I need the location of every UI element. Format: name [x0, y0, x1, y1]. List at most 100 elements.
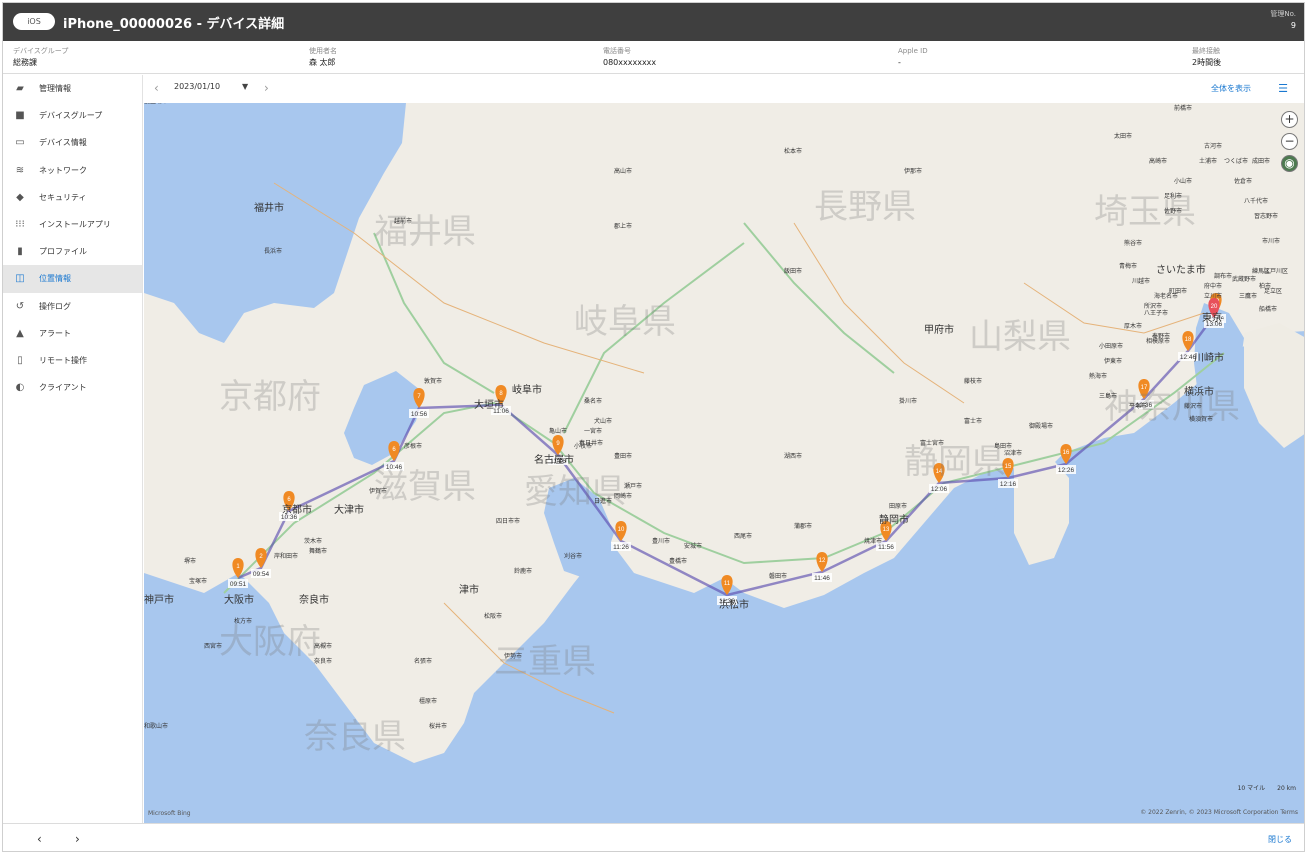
city-label: 静岡市 — [879, 513, 909, 526]
date-selector[interactable]: 2023/01/10 — [174, 82, 220, 91]
folder-icon: ■ — [15, 110, 25, 122]
city-label: 沼田市 — [144, 103, 162, 105]
prev-page-button[interactable]: ‹ — [37, 832, 42, 846]
alert-icon: ▲ — [16, 327, 24, 339]
city-label: 成田市 — [1252, 157, 1270, 165]
sidebar-item-security[interactable]: ◆ セキュリティ — [3, 184, 142, 211]
info-last-contact: 最終接触 2時間後 — [1192, 46, 1221, 68]
chevron-down-icon[interactable]: ▼ — [242, 82, 248, 91]
city-label: 四日市市 — [496, 517, 520, 525]
sidebar-item-device-info[interactable]: ▭ デバイス情報 — [3, 129, 142, 156]
city-label: 伊勢市 — [504, 652, 522, 660]
list-view-icon[interactable]: ☰ — [1278, 82, 1288, 95]
city-label: 西宮市 — [204, 642, 222, 650]
map-icon: ◫ — [15, 273, 25, 285]
zoom-in-button[interactable]: + — [1281, 111, 1298, 128]
city-label: 町田市 — [1169, 287, 1187, 295]
zoom-out-button[interactable]: − — [1281, 133, 1298, 150]
next-date-button[interactable]: › — [264, 81, 269, 95]
pin-time: 11:26 — [613, 544, 629, 551]
sidebar-item-label: 操作ログ — [39, 301, 71, 311]
prefecture-label: 静岡県 — [904, 442, 1006, 482]
prefecture-label: 三重県 — [494, 642, 596, 682]
city-label: 浜松市 — [719, 598, 749, 611]
sidebar-item-client[interactable]: ◐ クライアント — [3, 374, 142, 401]
pin-number: 12 — [819, 558, 826, 564]
sidebar-item-label: 位置情報 — [39, 274, 71, 284]
pin-number: 10 — [618, 527, 625, 533]
sidebar-item-installed-apps[interactable]: ⁝⁝⁝ インストールアプリ — [3, 211, 142, 238]
city-label: 高山市 — [614, 167, 632, 175]
bing-logo: Microsoft Bing — [148, 810, 191, 817]
location-pin[interactable]: 10 11:26 — [611, 521, 631, 551]
sidebar-item-label: デバイス情報 — [39, 138, 87, 148]
info-label: 電話番号 — [603, 47, 631, 55]
city-label: 豊田市 — [614, 452, 632, 460]
sidebar-item-label: デバイスグループ — [39, 111, 103, 121]
wifi-icon: ≋ — [15, 164, 25, 176]
map-scale: 10 マイル 20 km — [1237, 785, 1296, 792]
shield-icon: ◆ — [16, 191, 24, 203]
info-label: デバイスグループ — [13, 47, 69, 55]
info-value: 総務課 — [13, 58, 37, 67]
pin-number: 13 — [883, 527, 890, 533]
sidebar-item-alerts[interactable]: ▲ アラート — [3, 320, 142, 347]
sidebar-item-profile[interactable]: ▮ プロファイル — [3, 238, 142, 265]
city-label: 伊東市 — [1104, 357, 1122, 365]
sidebar-item-device-group[interactable]: ■ デバイスグループ — [3, 102, 142, 129]
show-all-button[interactable]: 全体を表示 — [1211, 83, 1251, 94]
info-value: 2時間後 — [1192, 58, 1222, 67]
sidebar-item-label: インストールアプリ — [39, 220, 111, 230]
sidebar-item-operation-log[interactable]: ↺ 操作ログ — [3, 293, 142, 320]
sidebar-item-label: リモート操作 — [39, 355, 87, 365]
sidebar-item-management-info[interactable]: ▰ 管理情報 — [3, 75, 142, 102]
pin-time: 10:56 — [411, 411, 428, 418]
pin-time: 11:56 — [878, 544, 894, 551]
prefecture-label: 京都府 — [219, 377, 321, 417]
location-map[interactable]: 1 09:51 2 09:54 6 10:36 6 10:46 7 10:56 8 11:06 9 11:… — [144, 103, 1305, 823]
book-icon: ▰ — [16, 83, 24, 95]
city-label: 佐野市 — [1164, 207, 1182, 215]
city-label: 秦野市 — [1152, 332, 1170, 340]
city-label: 豊川市 — [652, 537, 670, 545]
city-label: 瀬戸市 — [624, 482, 642, 490]
city-label: 高崎市 — [1149, 157, 1167, 165]
prefecture-label: 長野県 — [814, 187, 916, 227]
city-label: 伊賀市 — [369, 487, 387, 495]
device-summary-bar: デバイスグループ 総務課 使用者名 森 太郎 電話番号 080xxxxxxxx … — [3, 41, 1304, 74]
city-label: 調布市 — [1214, 272, 1232, 280]
city-label: 桑名市 — [584, 397, 602, 405]
next-page-button[interactable]: › — [75, 832, 80, 846]
sidebar-item-label: クライアント — [39, 383, 87, 393]
sea-japan — [144, 103, 406, 343]
sidebar-item-remote-operation[interactable]: ▯ リモート操作 — [3, 347, 142, 374]
title-bar: iOS iPhone_00000026 - デバイス詳細 管理No. 9 — [3, 3, 1304, 41]
prefecture-label: 愛知県 — [524, 472, 626, 512]
sidebar-item-location[interactable]: ◫ 位置情報 — [3, 265, 142, 293]
sidebar-item-network[interactable]: ≋ ネットワーク — [3, 157, 142, 184]
city-label: 横浜市 — [1184, 385, 1214, 398]
close-button[interactable]: 閉じる — [1268, 834, 1292, 845]
city-label: 伊那市 — [904, 167, 922, 175]
city-label: 磐田市 — [769, 572, 787, 580]
city-label: 青梅市 — [1119, 262, 1137, 270]
os-badge: iOS — [13, 13, 55, 30]
city-label: 彦根市 — [404, 442, 422, 450]
file-icon: ▮ — [17, 246, 23, 258]
map-style-button[interactable]: ◉ — [1281, 155, 1298, 172]
city-label: 八千代市 — [1244, 197, 1268, 205]
sidebar-item-label: セキュリティ — [39, 192, 87, 202]
city-label: 三島市 — [1099, 392, 1117, 400]
city-label: 福井市 — [254, 201, 284, 214]
prefecture-label: 神奈川県 — [1104, 387, 1240, 427]
prev-date-button[interactable]: ‹ — [154, 81, 159, 95]
pin-time: 12:16 — [1000, 481, 1017, 488]
prefecture-label: 奈良県 — [304, 717, 406, 757]
map-canvas[interactable]: 109:51209:54610:36610:46710:56811:06911:… — [144, 103, 1305, 823]
info-label: 最終接触 — [1192, 47, 1220, 55]
city-label: 飯田市 — [784, 267, 802, 275]
pin-number: 20 — [1211, 304, 1218, 310]
info-value: 080xxxxxxxx — [603, 58, 657, 67]
city-label: 蒲郡市 — [794, 522, 812, 530]
city-label: 京都市 — [282, 503, 312, 516]
